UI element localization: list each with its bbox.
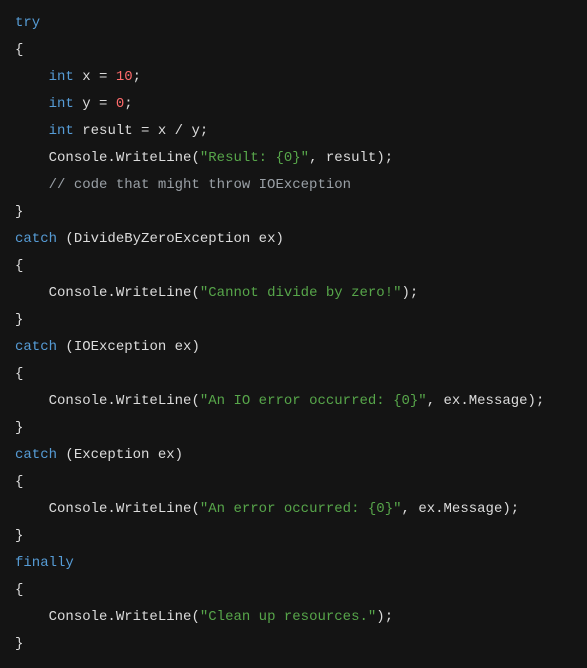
brace-open: { <box>15 582 23 598</box>
code-line: int x = 10; <box>15 64 572 91</box>
code-block: try { int x = 10; int y = 0; int result … <box>15 10 572 658</box>
code-line: Console.WriteLine("Cannot divide by zero… <box>15 280 572 307</box>
code-line: { <box>15 253 572 280</box>
code-line: catch (IOException ex) <box>15 334 572 361</box>
class-console: Console <box>49 150 108 166</box>
prop-message: Message <box>469 393 528 409</box>
code-line: catch (Exception ex) <box>15 442 572 469</box>
method-writeline: WriteLine <box>116 501 192 517</box>
method-writeline: WriteLine <box>116 150 192 166</box>
keyword-int: int <box>49 69 74 85</box>
method-writeline: WriteLine <box>116 285 192 301</box>
brace-close: } <box>15 528 23 544</box>
ident-result: result <box>82 123 132 139</box>
code-line: { <box>15 37 572 64</box>
code-line: Console.WriteLine("Clean up resources.")… <box>15 604 572 631</box>
string-literal: "An IO error occurred: {0}" <box>200 393 427 409</box>
brace-open: { <box>15 258 23 274</box>
type-dividebyzero: DivideByZeroException <box>74 231 250 247</box>
code-line: Console.WriteLine("Result: {0}", result)… <box>15 145 572 172</box>
keyword-finally: finally <box>15 555 74 571</box>
keyword-int: int <box>49 96 74 112</box>
code-line: Console.WriteLine("An IO error occurred:… <box>15 388 572 415</box>
code-line: catch (DivideByZeroException ex) <box>15 226 572 253</box>
class-console: Console <box>49 393 108 409</box>
code-line: try <box>15 10 572 37</box>
code-line: } <box>15 199 572 226</box>
class-console: Console <box>49 285 108 301</box>
brace-close: } <box>15 204 23 220</box>
type-exception: Exception <box>74 447 150 463</box>
brace-close: } <box>15 312 23 328</box>
string-literal: "Clean up resources." <box>200 609 376 625</box>
code-line: int y = 0; <box>15 91 572 118</box>
prop-message: Message <box>444 501 503 517</box>
method-writeline: WriteLine <box>116 609 192 625</box>
ident-y: y <box>82 96 90 112</box>
code-line: Console.WriteLine("An error occurred: {0… <box>15 496 572 523</box>
code-line: } <box>15 631 572 658</box>
keyword-catch: catch <box>15 339 57 355</box>
number-literal: 10 <box>116 69 133 85</box>
code-line: finally <box>15 550 572 577</box>
brace-open: { <box>15 366 23 382</box>
type-ioexception: IOException <box>74 339 166 355</box>
code-line: { <box>15 469 572 496</box>
string-literal: "An error occurred: {0}" <box>200 501 402 517</box>
brace-close: } <box>15 420 23 436</box>
code-line: // code that might throw IOException <box>15 172 572 199</box>
code-line: { <box>15 577 572 604</box>
keyword-catch: catch <box>15 447 57 463</box>
method-writeline: WriteLine <box>116 393 192 409</box>
code-line: int result = x / y; <box>15 118 572 145</box>
code-line: { <box>15 361 572 388</box>
string-literal: "Result: {0}" <box>200 150 309 166</box>
class-console: Console <box>49 501 108 517</box>
code-line: } <box>15 307 572 334</box>
brace-close: } <box>15 636 23 652</box>
keyword-catch: catch <box>15 231 57 247</box>
number-literal: 0 <box>116 96 124 112</box>
brace-open: { <box>15 42 23 58</box>
comment: // code that might throw IOException <box>49 177 351 193</box>
keyword-try: try <box>15 15 40 31</box>
keyword-int: int <box>49 123 74 139</box>
class-console: Console <box>49 609 108 625</box>
code-line: } <box>15 523 572 550</box>
ident-x: x <box>82 69 90 85</box>
brace-open: { <box>15 474 23 490</box>
string-literal: "Cannot divide by zero!" <box>200 285 402 301</box>
code-line: } <box>15 415 572 442</box>
